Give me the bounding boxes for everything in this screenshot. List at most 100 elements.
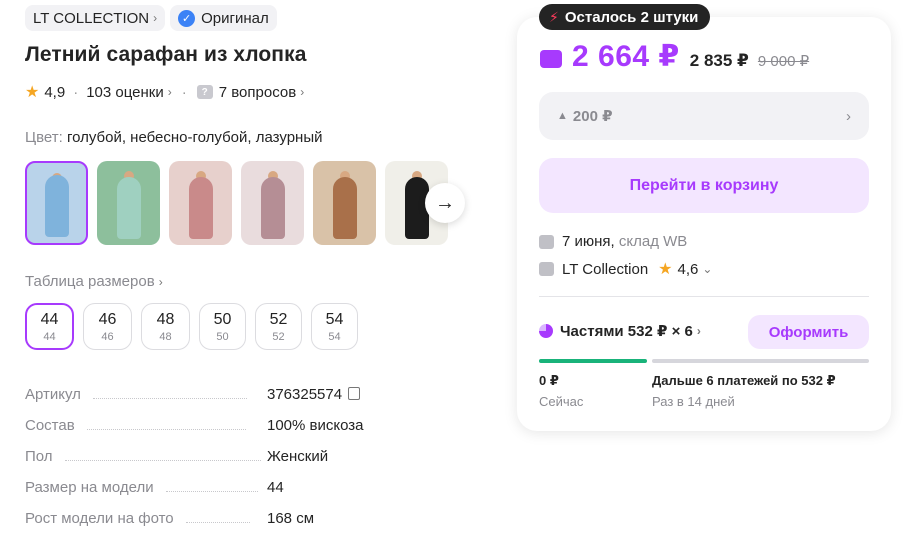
- chevron-right-icon: ›: [696, 324, 701, 338]
- size-value: 54: [325, 310, 344, 328]
- separator-dot: ·: [73, 83, 79, 101]
- delivery-store: склад WB: [618, 233, 688, 250]
- installments-label: Частями 532 ₽ × 6: [560, 323, 693, 340]
- seller-rating: 4,6: [677, 260, 699, 278]
- size-ru-value: 46: [101, 330, 114, 343]
- size-option[interactable]: 52 52: [255, 303, 302, 350]
- pay-now: 0 ₽ Сейчас: [539, 373, 583, 409]
- reviews-link[interactable]: 103 оценки: [86, 84, 164, 101]
- price-card: 2 664 ₽ 2 835 ₽ 9 000 ₽ ▲ 200 ₽ › Перейт…: [517, 17, 891, 431]
- store-icon: [539, 262, 554, 276]
- pay-next: Дальше 6 платежей по 532 ₽ Раз в 14 дней: [652, 373, 836, 409]
- pay-now-label: Сейчас: [539, 394, 584, 409]
- box-icon: [539, 234, 554, 249]
- installments-row[interactable]: Частями 532 ₽ × 6 ›: [539, 322, 701, 340]
- price-main: 2 664 ₽: [572, 40, 680, 73]
- size-option[interactable]: 44 44: [25, 303, 74, 350]
- stock-badge: ⚡ Осталось 2 штуки: [539, 4, 711, 30]
- thumbnail-gallery: →: [25, 161, 495, 245]
- size-option[interactable]: 46 46: [83, 303, 132, 350]
- size-table-label: Таблица размеров: [25, 273, 155, 290]
- progress-now: [539, 359, 647, 363]
- size-ru-value: 52: [272, 330, 285, 343]
- product-title: Летний сарафан из хлопка: [25, 43, 307, 66]
- spec-key: Артикул: [25, 386, 81, 403]
- rating-score: 4,9: [44, 83, 66, 101]
- spec-value: 100% вискоза: [267, 417, 364, 434]
- triangle-up-icon: ▲: [557, 110, 568, 122]
- pay-now-amount: 0 ₽: [539, 373, 559, 388]
- original-chip[interactable]: ✓ Оригинал: [170, 5, 277, 31]
- specs-list: Артикул 376325574 Состав 100% вискоза Пол Жен…: [25, 372, 495, 527]
- seller-row[interactable]: LT Collection ★ 4,6 ⌄: [539, 259, 712, 279]
- spec-row: Пол Женский: [25, 434, 495, 465]
- size-value: 50: [213, 310, 232, 328]
- questions-link[interactable]: 7 вопросов: [219, 84, 296, 101]
- go-to-cart-button[interactable]: Перейти в корзину: [539, 158, 869, 213]
- chevron-down-icon: ⌄: [702, 262, 713, 276]
- dotted-leader: [86, 429, 246, 430]
- arrow-right-icon[interactable]: →: [425, 183, 465, 223]
- size-value: 52: [269, 310, 288, 328]
- discount-row[interactable]: ▲ 200 ₽ ›: [539, 92, 869, 140]
- spec-value: 376325574: [267, 386, 361, 403]
- size-value: 46: [98, 310, 117, 328]
- size-option[interactable]: 54 54: [311, 303, 358, 350]
- product-thumbnail[interactable]: [97, 161, 160, 245]
- spec-key: Пол: [25, 448, 53, 465]
- spec-value: 44: [267, 479, 284, 496]
- product-thumbnail[interactable]: [25, 161, 88, 245]
- dress-figure: [260, 177, 285, 239]
- dotted-leader: [64, 460, 261, 461]
- chevron-right-icon: ›: [153, 11, 158, 25]
- spec-row: Рост модели на фото 168 см: [25, 496, 495, 527]
- spec-row: Состав 100% вискоза: [25, 403, 495, 434]
- brand-chip-label: LT COLLECTION: [33, 9, 150, 27]
- dress-figure: [188, 177, 213, 239]
- issue-button[interactable]: Оформить: [748, 315, 869, 349]
- chevron-right-icon: ›: [846, 107, 851, 125]
- price-without-wallet: 2 835 ₽: [689, 51, 749, 70]
- star-icon: ★: [658, 261, 673, 278]
- separator-dot: ·: [181, 83, 187, 101]
- lightning-icon: ⚡: [549, 8, 559, 25]
- product-thumbnail[interactable]: [169, 161, 232, 245]
- pay-next-amount: Дальше 6 платежей по 532 ₽: [652, 373, 836, 388]
- progress-later: [652, 359, 869, 363]
- price-row: 2 664 ₽ 2 835 ₽ 9 000 ₽: [540, 39, 809, 74]
- color-label: Цвет:: [25, 129, 63, 146]
- size-value: 44: [40, 310, 59, 328]
- spec-row: Артикул 376325574: [25, 372, 495, 403]
- copy-icon[interactable]: [348, 387, 361, 400]
- product-thumbnail[interactable]: [241, 161, 304, 245]
- size-ru-value: 54: [328, 330, 341, 343]
- size-ru-value: 50: [216, 330, 229, 343]
- size-table-link[interactable]: Таблица размеров ›: [25, 273, 495, 290]
- divider: [539, 296, 869, 297]
- spec-value: Женский: [267, 448, 329, 465]
- product-thumbnail[interactable]: [313, 161, 376, 245]
- delivery-row: 7 июня, склад WB: [539, 233, 687, 250]
- question-icon: ?: [196, 85, 213, 99]
- chip-row: LT COLLECTION › ✓ Оригинал: [25, 5, 495, 31]
- spec-row: Размер на модели 44: [25, 465, 495, 496]
- spec-key: Рост модели на фото: [25, 510, 174, 527]
- rating-row: ★ 4,9 · 103 оценки › · ? 7 вопросов ›: [25, 82, 495, 102]
- wallet-icon: [540, 50, 562, 68]
- dress-figure: [116, 177, 141, 239]
- discount-amount: 200 ₽: [572, 108, 613, 125]
- product-info: LT COLLECTION › ✓ Оригинал Летний сарафа…: [25, 5, 495, 527]
- color-line: Цвет: голубой, небесно-голубой, лазурный: [25, 129, 495, 146]
- spec-value: 168 см: [267, 510, 315, 527]
- brand-chip[interactable]: LT COLLECTION ›: [25, 5, 166, 31]
- original-chip-label: Оригинал: [201, 9, 269, 27]
- size-option[interactable]: 50 50: [199, 303, 246, 350]
- pie-chart-icon: [539, 324, 553, 338]
- chevron-right-icon: ›: [158, 275, 163, 289]
- delivery-date: 7 июня,: [562, 233, 615, 250]
- star-icon: ★: [25, 84, 40, 101]
- pay-next-label: Раз в 14 дней: [652, 394, 735, 409]
- size-ru-value: 48: [159, 330, 172, 343]
- spec-key: Размер на модели: [25, 479, 154, 496]
- size-option[interactable]: 48 48: [141, 303, 190, 350]
